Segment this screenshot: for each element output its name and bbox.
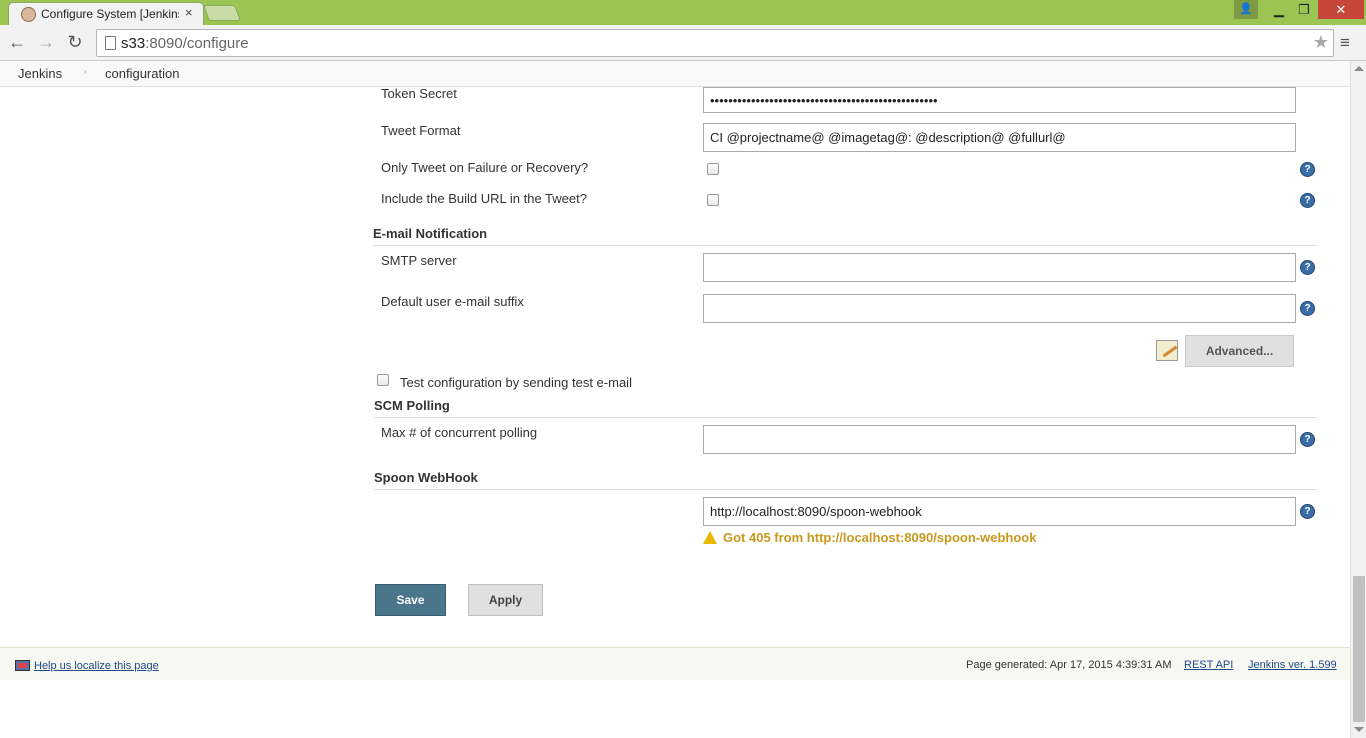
include-url-checkbox[interactable] [707, 194, 719, 206]
back-arrow-icon[interactable]: ← [6, 31, 28, 53]
apply-button[interactable]: Apply [468, 584, 543, 616]
email-section-title: E-mail Notification [373, 226, 1317, 246]
reload-icon[interactable]: ↻ [64, 31, 86, 53]
restore-button[interactable]: ❐ [1291, 0, 1317, 19]
browser-titlebar: Configure System [Jenkins] × 👤 ▁ ❐ ✕ [0, 0, 1366, 25]
spoon-section-title: Spoon WebHook [374, 470, 1317, 490]
help-icon[interactable]: ? [1300, 260, 1315, 275]
scroll-thumb[interactable] [1353, 576, 1365, 722]
max-polling-label: Max # of concurrent polling [381, 425, 538, 440]
browser-toolbar: ← → ↻ s33:8090/configure ★ ≡ [0, 25, 1366, 61]
minimize-button[interactable]: ▁ [1266, 0, 1292, 19]
url-text: s33:8090/configure [121, 35, 249, 52]
breadcrumb: Jenkins › configuration [0, 61, 1350, 87]
help-icon[interactable]: ? [1300, 504, 1315, 519]
localize-link[interactable]: Help us localize this page [34, 660, 159, 672]
include-url-label: Include the Build URL in the Tweet? [381, 191, 587, 206]
help-icon[interactable]: ? [1300, 162, 1315, 177]
browser-tab[interactable]: Configure System [Jenkins] × [8, 2, 204, 25]
max-polling-input[interactable] [703, 425, 1296, 454]
webhook-warning-text: Got 405 from http://localhost:8090/spoon… [723, 530, 1037, 545]
save-button[interactable]: Save [375, 584, 446, 616]
page-footer: Help us localize this page Page generate… [0, 647, 1350, 680]
tweet-format-label: Tweet Format [381, 123, 461, 138]
smtp-label: SMTP server [381, 253, 457, 268]
test-config-checkbox[interactable] [377, 374, 389, 386]
rest-api-link[interactable]: REST API [1184, 659, 1233, 671]
tab-close-icon[interactable]: × [185, 5, 193, 20]
tweet-format-input[interactable] [703, 123, 1296, 152]
only-failure-label: Only Tweet on Failure or Recovery? [381, 160, 589, 175]
scroll-up-icon[interactable] [1354, 66, 1364, 71]
token-secret-label: Token Secret [381, 86, 457, 101]
spoon-webhook-input[interactable] [703, 497, 1296, 526]
help-icon[interactable]: ? [1300, 301, 1315, 316]
tab-title: Configure System [Jenkins] [41, 7, 179, 21]
scm-section-title: SCM Polling [374, 398, 1317, 418]
jenkins-version-link[interactable]: Jenkins ver. 1.599 [1248, 659, 1337, 671]
email-suffix-label: Default user e-mail suffix [381, 294, 524, 309]
breadcrumb-jenkins[interactable]: Jenkins [18, 66, 62, 81]
breadcrumb-separator-icon: › [84, 67, 87, 76]
advanced-button[interactable]: Advanced... [1185, 335, 1294, 367]
warning-icon [703, 531, 717, 544]
bookmark-star-icon[interactable]: ★ [1313, 32, 1329, 53]
user-profile-icon[interactable]: 👤 [1234, 0, 1258, 19]
close-window-button[interactable]: ✕ [1318, 0, 1364, 19]
jenkins-favicon-icon [21, 7, 36, 22]
forward-arrow-icon[interactable]: → [35, 31, 57, 53]
test-config-label: Test configuration by sending test e-mai… [400, 375, 632, 390]
page-icon [105, 36, 116, 50]
new-tab-button[interactable] [203, 5, 241, 21]
breadcrumb-configuration[interactable]: configuration [105, 66, 179, 81]
webhook-warning: Got 405 from http://localhost:8090/spoon… [703, 530, 1036, 545]
localize-flag-icon [15, 660, 30, 671]
page-generated-text: Page generated: Apr 17, 2015 4:39:31 AM [966, 659, 1172, 671]
email-suffix-input[interactable] [703, 294, 1296, 323]
notepad-icon [1156, 340, 1178, 361]
smtp-input[interactable] [703, 253, 1296, 282]
token-secret-input[interactable] [703, 87, 1296, 113]
help-icon[interactable]: ? [1300, 432, 1315, 447]
help-icon[interactable]: ? [1300, 193, 1315, 208]
address-bar[interactable]: s33:8090/configure ★ [96, 29, 1334, 57]
page-scrollbar[interactable] [1350, 61, 1366, 738]
only-failure-checkbox[interactable] [707, 163, 719, 175]
chrome-menu-icon[interactable]: ≡ [1340, 33, 1350, 53]
scroll-down-icon[interactable] [1354, 727, 1364, 732]
